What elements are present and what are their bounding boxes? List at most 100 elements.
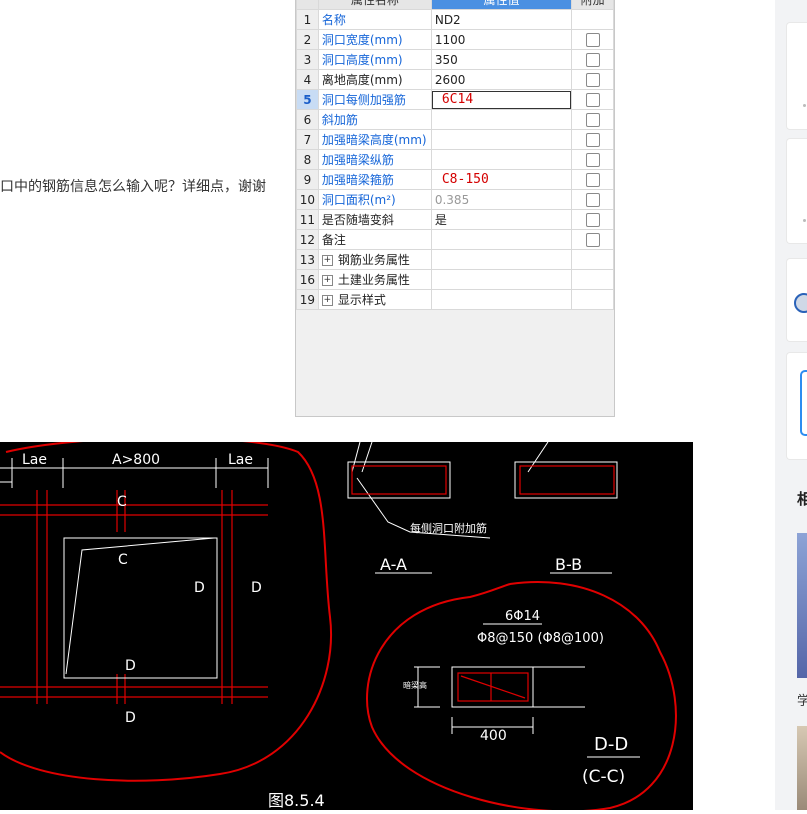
property-name: 名称 (317, 9, 432, 30)
property-panel: 属性名称 属性值 附加 1 名称 ND2 2 洞口宽度(mm) 1100 3 洞口高度(mm)… (295, 0, 615, 417)
row-number: 5 (296, 89, 319, 110)
section-d-right-label: D (251, 580, 262, 596)
attach-cell (571, 89, 614, 110)
sidebar-heading: 相 (797, 490, 807, 508)
attach-cell (571, 269, 614, 290)
property-value[interactable] (430, 149, 573, 170)
stirrup-label: Φ8@150 (Φ8@100) (477, 631, 604, 646)
property-value[interactable]: 0.385 (430, 189, 573, 210)
property-row[interactable]: 4 离地高度(mm) 2600 (296, 69, 614, 90)
property-name: 加强暗梁箍筋 (317, 169, 432, 190)
property-value[interactable] (430, 229, 573, 250)
property-value[interactable] (430, 109, 573, 130)
section-bb-title: B-B (555, 555, 582, 574)
expand-plus-icon[interactable]: + (321, 255, 333, 266)
property-name: 加强暗梁高度(mm) (317, 129, 432, 150)
row-number-header (296, 0, 319, 10)
section-d-bottom-inner-label: D (125, 658, 136, 674)
property-value[interactable] (430, 129, 573, 150)
property-value[interactable]: 2600 (430, 69, 573, 90)
sidebar-thumbnail[interactable] (797, 726, 807, 810)
property-value[interactable]: C8-150 (430, 169, 573, 190)
sidebar-thumbnail[interactable] (797, 533, 807, 678)
property-group[interactable]: + 钢筋业务属性 (317, 249, 432, 270)
row-number: 13 (296, 249, 319, 270)
property-row[interactable]: 1 名称 ND2 (296, 9, 614, 30)
property-row[interactable]: 2 洞口宽度(mm) 1100 (296, 29, 614, 50)
expand-plus-icon[interactable]: + (321, 295, 333, 306)
section-d-inner-label: D (194, 580, 205, 596)
attach-checkbox[interactable] (585, 172, 600, 187)
property-value[interactable]: ND2 (430, 9, 573, 30)
attach-cell (571, 229, 614, 250)
row-number: 6 (296, 109, 319, 130)
attach-checkbox[interactable] (585, 112, 600, 127)
property-group-label: 土建业务属性 (337, 273, 410, 287)
property-row[interactable]: 6 斜加筋 (296, 109, 614, 130)
attach-checkbox[interactable] (585, 192, 600, 207)
property-value-header: 属性值 (430, 0, 573, 10)
attach-cell (571, 169, 614, 190)
callout-label: 每侧洞口附加筋 (410, 521, 487, 535)
property-value[interactable]: 6C14 (430, 89, 573, 110)
property-row[interactable]: 5 洞口每侧加强筋 6C14 (296, 89, 614, 110)
sidebar-card[interactable] (786, 138, 807, 244)
property-row[interactable]: 12 备注 (296, 229, 614, 250)
sidebar-caption[interactable]: 学 (797, 690, 807, 709)
sidebar-card[interactable] (786, 258, 807, 342)
property-row[interactable]: 13 + 钢筋业务属性 (296, 249, 614, 270)
property-value[interactable]: 1100 (430, 29, 573, 50)
property-row[interactable]: 3 洞口高度(mm) 350 (296, 49, 614, 70)
row-number: 10 (296, 189, 319, 210)
property-row[interactable]: 9 加强暗梁箍筋 C8-150 (296, 169, 614, 190)
property-group-label: 钢筋业务属性 (337, 253, 410, 267)
app-icon (794, 293, 807, 313)
cad-drawing: Lae A>800 Lae C C D D D D 每侧洞口附加筋 A-A B-… (0, 436, 693, 813)
property-row[interactable]: 8 加强暗梁纵筋 (296, 149, 614, 170)
row-number: 16 (296, 269, 319, 290)
property-row[interactable]: 10 洞口面积(m²) 0.385 (296, 189, 614, 210)
attach-checkbox[interactable] (585, 132, 600, 147)
attach-checkbox[interactable] (585, 92, 600, 107)
attach-cell (571, 189, 614, 210)
sidebar-card[interactable] (786, 352, 807, 460)
attach-checkbox[interactable] (585, 72, 600, 87)
property-row[interactable]: 16 + 土建业务属性 (296, 269, 614, 290)
property-value[interactable] (430, 269, 573, 290)
sidebar-dot (803, 219, 806, 222)
property-row[interactable]: 19 + 显示样式 (296, 289, 614, 310)
beam-height-label: 暗梁高 (403, 680, 427, 690)
sidebar-card[interactable] (786, 22, 807, 130)
property-group-label: 显示样式 (337, 293, 386, 307)
property-value[interactable] (430, 289, 573, 310)
attach-cell (571, 9, 614, 30)
row-number: 12 (296, 229, 319, 250)
property-group[interactable]: + 显示样式 (317, 289, 432, 310)
attach-cell (571, 209, 614, 230)
property-value[interactable]: 是 (430, 209, 573, 230)
attach-checkbox[interactable] (585, 52, 600, 67)
property-value[interactable] (430, 249, 573, 270)
attach-cell (571, 129, 614, 150)
attach-cell (571, 149, 614, 170)
row-number: 19 (296, 289, 319, 310)
attach-checkbox[interactable] (585, 232, 600, 247)
lae-left-label: Lae (22, 452, 47, 468)
attach-checkbox[interactable] (585, 152, 600, 167)
property-value[interactable]: 350 (430, 49, 573, 70)
expand-plus-icon[interactable]: + (321, 275, 333, 286)
property-name: 离地高度(mm) (317, 69, 432, 90)
attach-checkbox[interactable] (585, 32, 600, 47)
attach-cell (571, 249, 614, 270)
row-number: 3 (296, 49, 319, 70)
property-name: 洞口面积(m²) (317, 189, 432, 210)
property-row[interactable]: 7 加强暗梁高度(mm) (296, 129, 614, 150)
attach-cell (571, 289, 614, 310)
app-icon (800, 370, 807, 436)
property-group[interactable]: + 土建业务属性 (317, 269, 432, 290)
section-aa-title: A-A (380, 555, 407, 574)
property-row[interactable]: 11 是否随墙变斜是 (296, 209, 614, 230)
attach-checkbox[interactable] (585, 212, 600, 227)
row-number: 11 (296, 209, 319, 230)
row-number: 2 (296, 29, 319, 50)
